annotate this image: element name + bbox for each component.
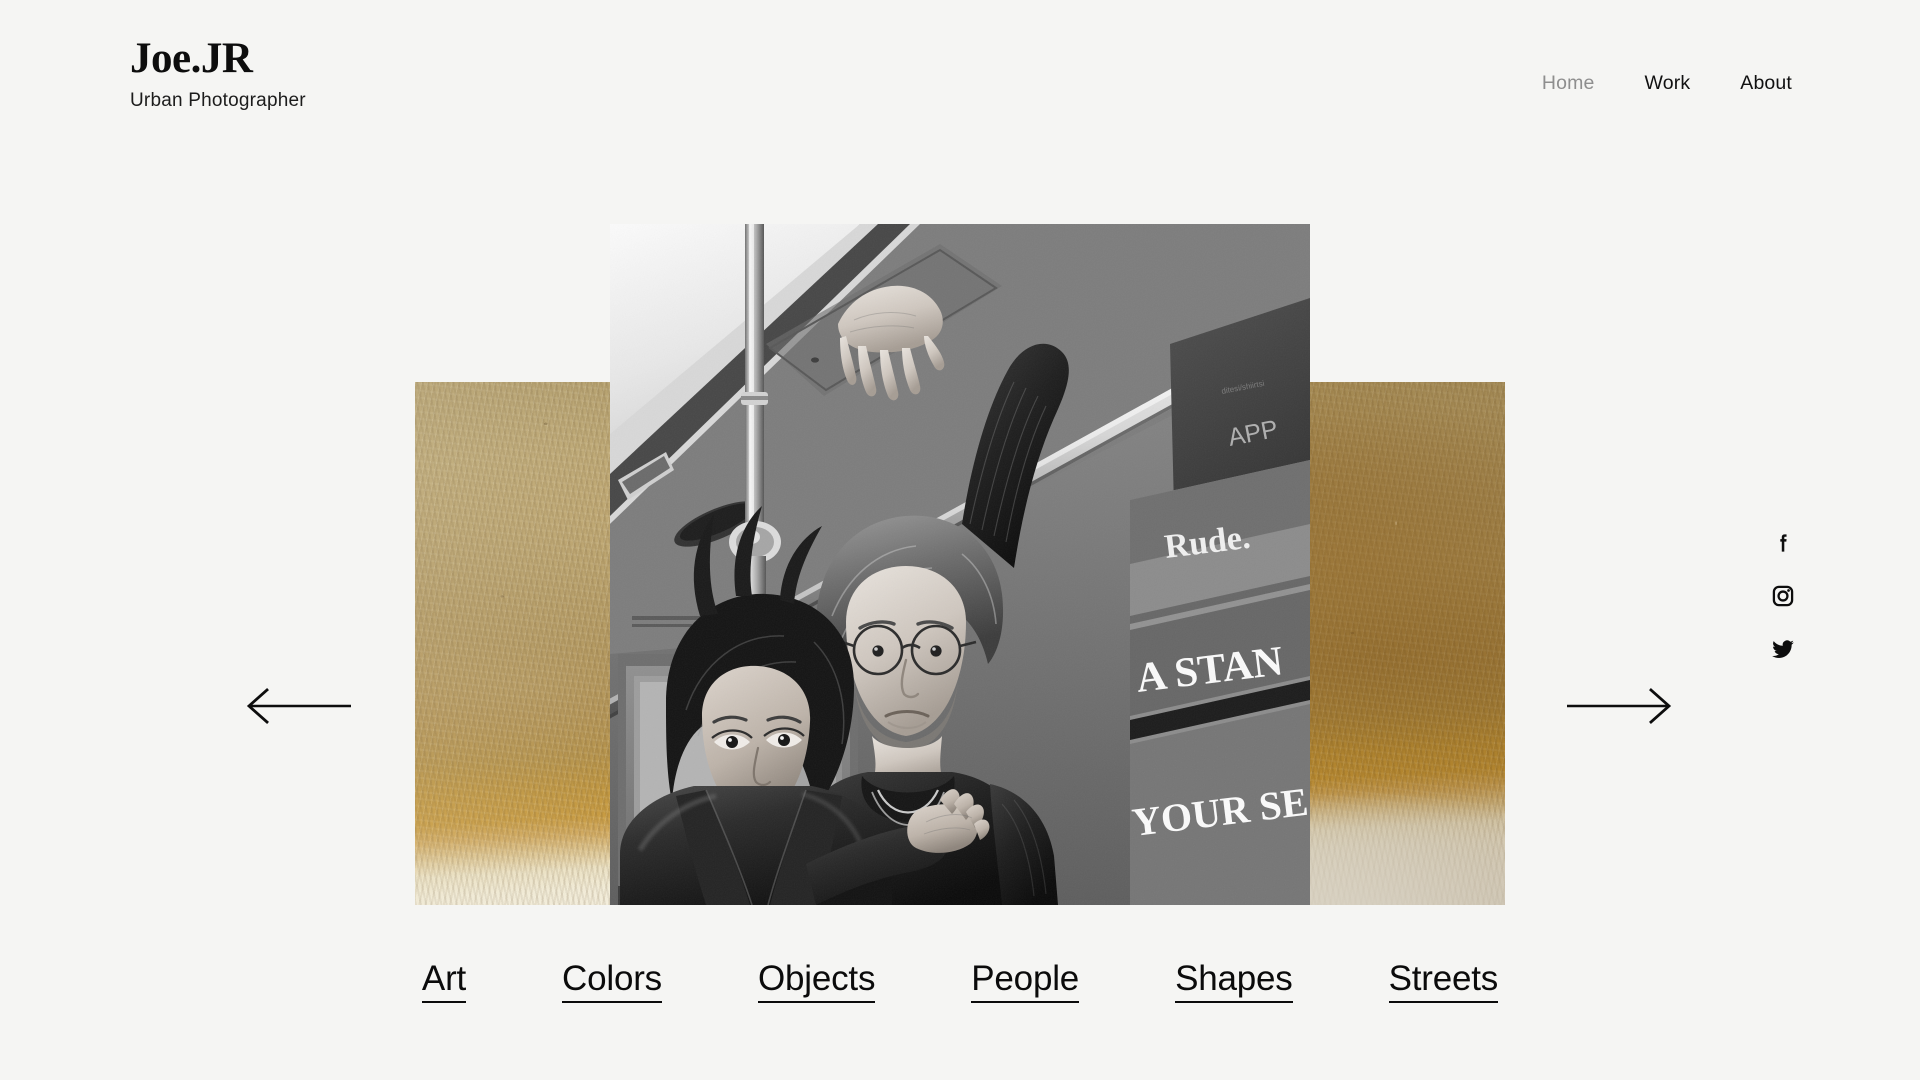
subway-photo-illustration: APP ditesi/shiirtsi /WWC3 Rude. A STAN: [610, 224, 1310, 905]
social-link-twitter[interactable]: [1770, 636, 1796, 662]
category-link-colors[interactable]: Colors: [562, 960, 662, 1003]
category-link-art[interactable]: Art: [421, 960, 466, 1003]
hero-slider: APP ditesi/shiirtsi /WWC3 Rude. A STAN: [0, 0, 1920, 1080]
slider-prev-button[interactable]: [245, 686, 353, 726]
social-link-instagram[interactable]: [1770, 583, 1796, 609]
arrow-left-icon: [246, 688, 351, 724]
hero-photograph[interactable]: APP ditesi/shiirtsi /WWC3 Rude. A STAN: [610, 224, 1310, 905]
category-link-people[interactable]: People: [971, 960, 1079, 1003]
portfolio-landing-page: Joe.JR Urban Photographer Home Work Abou…: [0, 0, 1920, 1080]
category-navigation: Art Colors Objects People Shapes Streets: [0, 960, 1920, 1003]
slider-next-button[interactable]: [1565, 686, 1673, 726]
category-link-shapes[interactable]: Shapes: [1175, 960, 1293, 1003]
facebook-icon: [1780, 534, 1787, 552]
category-link-objects[interactable]: Objects: [758, 960, 875, 1003]
twitter-icon: [1772, 640, 1794, 658]
instagram-icon: [1772, 585, 1794, 607]
social-links: [1770, 530, 1796, 662]
category-link-streets[interactable]: Streets: [1388, 960, 1498, 1003]
arrow-right-icon: [1567, 688, 1672, 724]
social-link-facebook[interactable]: [1770, 530, 1796, 556]
